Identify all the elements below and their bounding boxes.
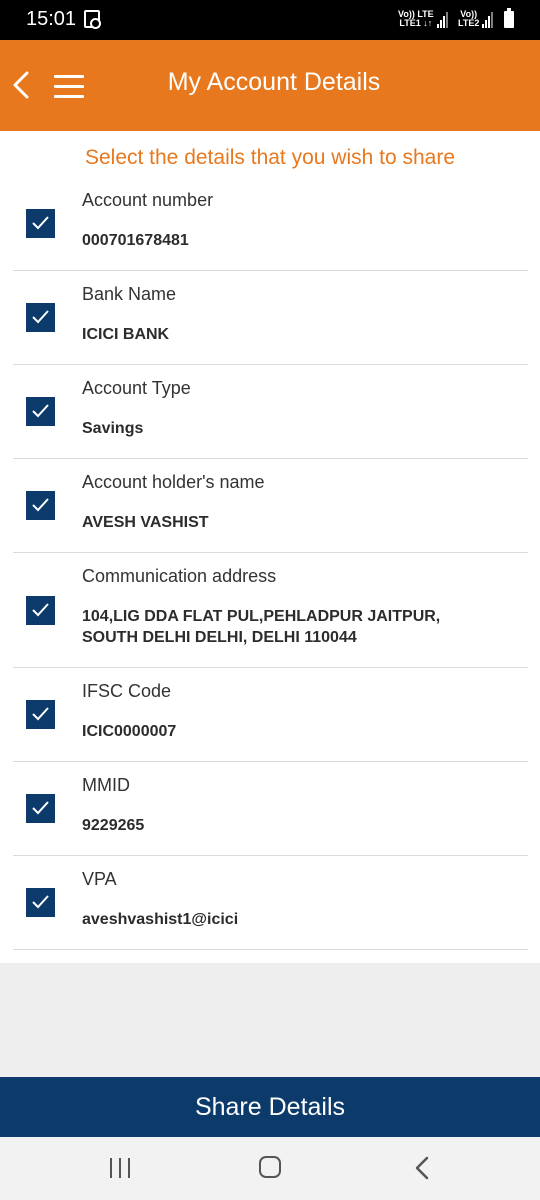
detail-row-account-type: Account Type Savings xyxy=(13,365,528,459)
field-label: Account number xyxy=(82,190,214,210)
checkmark-icon xyxy=(32,801,49,815)
status-time: 15:01 xyxy=(26,8,77,30)
empty-area xyxy=(0,963,540,1077)
detail-row-communication-address: Communication address 104,LIG DDA FLAT P… xyxy=(13,553,528,668)
back-icon[interactable] xyxy=(412,1155,432,1181)
ifsc-code-checkbox[interactable] xyxy=(26,700,55,729)
sim1-label-bottom: LTE1 ↓↑ xyxy=(399,18,433,28)
mmid-checkbox[interactable] xyxy=(26,794,55,823)
home-icon[interactable] xyxy=(259,1156,281,1178)
field-value: 000701678481 xyxy=(82,232,189,249)
field-value: Savings xyxy=(82,420,144,437)
sim2-signal-icon: Vo)) LTE2 xyxy=(458,10,494,28)
account-holder-name-checkbox[interactable] xyxy=(26,491,55,520)
field-label: Account holder's name xyxy=(82,472,265,492)
field-label: MMID xyxy=(82,775,130,795)
detail-row-mmid: MMID 9229265 xyxy=(13,762,528,856)
checkmark-icon xyxy=(32,707,49,721)
page-title: My Account Details xyxy=(167,68,381,96)
field-value-line-1: 104,LIG DDA FLAT PUL,PEHLADPUR JAITPUR, xyxy=(82,608,441,625)
recents-icon[interactable] xyxy=(109,1158,131,1178)
share-details-button[interactable]: Share Details xyxy=(0,1077,540,1137)
account-details-list: Account number 000701678481 Bank Name IC… xyxy=(13,176,528,950)
detail-row-bank-name: Bank Name ICICI BANK xyxy=(13,271,528,365)
sim1-signal-icon: Vo)) LTE LTE1 ↓↑ xyxy=(398,10,449,28)
field-label: Account Type xyxy=(82,378,191,398)
checkmark-icon xyxy=(32,603,49,617)
checkmark-icon xyxy=(32,310,49,324)
screenshot-notification-icon xyxy=(84,10,101,29)
share-instruction: Select the details that you wish to shar… xyxy=(84,146,456,169)
checkmark-icon xyxy=(32,216,49,230)
app-header: My Account Details xyxy=(0,40,540,131)
field-value: ICIC0000007 xyxy=(82,723,177,740)
field-value: ICICI BANK xyxy=(82,326,170,343)
field-label: Bank Name xyxy=(82,284,177,304)
account-number-checkbox[interactable] xyxy=(26,209,55,238)
checkmark-icon xyxy=(32,895,49,909)
detail-row-vpa: VPA aveshvashist1@icici xyxy=(13,856,528,950)
checkmark-icon xyxy=(32,404,49,418)
field-value-line-2: SOUTH DELHI DELHI, DELHI 110044 xyxy=(82,629,357,646)
checkmark-icon xyxy=(32,498,49,512)
field-value: aveshvashist1@icici xyxy=(82,911,239,928)
account-type-checkbox[interactable] xyxy=(26,397,55,426)
vpa-checkbox[interactable] xyxy=(26,888,55,917)
field-label: Communication address xyxy=(82,566,277,586)
field-label: IFSC Code xyxy=(82,681,172,701)
detail-row-ifsc-code: IFSC Code ICIC0000007 xyxy=(13,668,528,762)
communication-address-checkbox[interactable] xyxy=(26,596,55,625)
field-label: VPA xyxy=(82,869,117,889)
battery-icon xyxy=(504,8,514,28)
detail-row-account-holder-name: Account holder's name AVESH VASHIST xyxy=(13,459,528,553)
detail-row-account-number: Account number 000701678481 xyxy=(13,176,528,271)
field-value: 9229265 xyxy=(82,817,145,834)
sim2-label-bottom: LTE2 xyxy=(458,18,480,28)
status-bar: 15:01 Vo)) LTE LTE1 ↓↑ Vo)) LTE2 xyxy=(0,0,540,40)
field-value: AVESH VASHIST xyxy=(82,514,209,531)
bank-name-checkbox[interactable] xyxy=(26,303,55,332)
system-nav-bar xyxy=(0,1137,540,1200)
